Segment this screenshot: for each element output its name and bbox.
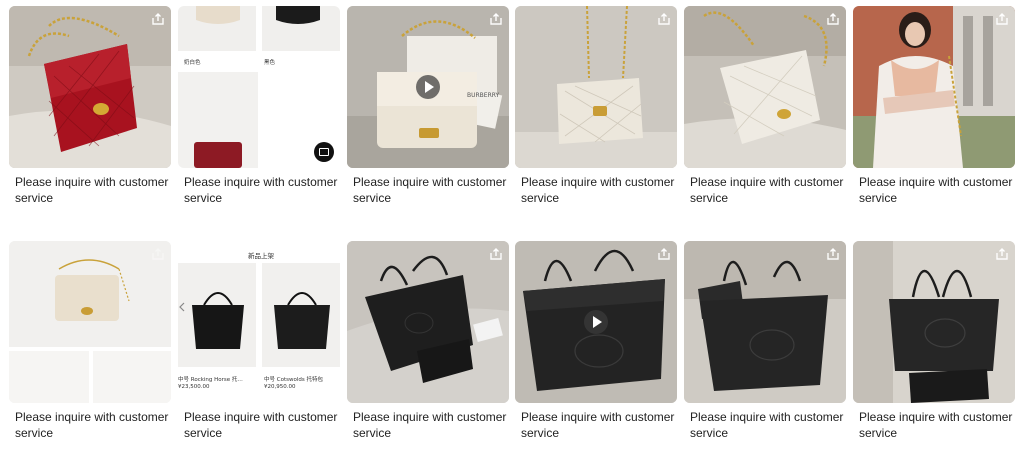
product-image[interactable]: [684, 241, 846, 403]
share-icon[interactable]: [657, 247, 671, 261]
product-image[interactable]: BURBERRY: [347, 6, 509, 168]
black-tote-flatlay-photo: [347, 241, 509, 403]
product-card[interactable]: Please inquire with customer service: [684, 241, 846, 451]
product-image[interactable]: [347, 241, 509, 403]
cream-bag-collage-photo: [9, 241, 171, 403]
product-card[interactable]: Please inquire with customer service: [684, 6, 846, 216]
product-caption: Please inquire with customer service: [859, 175, 1013, 205]
white-quilted-bag-photo: [684, 6, 846, 168]
share-icon[interactable]: [657, 12, 671, 26]
product-caption: Please inquire with customer service: [184, 410, 338, 440]
swatch-collage-photo: [178, 6, 340, 168]
share-icon[interactable]: [151, 247, 165, 261]
product-image[interactable]: [9, 6, 171, 168]
product-image[interactable]: [684, 6, 846, 168]
product-card[interactable]: BURBERRY Please inquire with customer se…: [347, 6, 509, 216]
share-icon[interactable]: [995, 247, 1009, 261]
product-image[interactable]: 奶白色 黑色: [178, 6, 340, 168]
listing-name: 中号 Cotswolds 托特包: [264, 377, 323, 383]
black-tote-sofa-photo: [684, 241, 846, 403]
red-quilted-bag-photo: [9, 6, 171, 168]
section-header: 新品上架: [248, 252, 274, 260]
share-icon[interactable]: [489, 247, 503, 261]
share-icon[interactable]: [826, 12, 840, 26]
product-caption: Please inquire with customer service: [859, 410, 1013, 440]
share-icon[interactable]: [489, 12, 503, 26]
product-card[interactable]: Please inquire with customer service: [853, 241, 1015, 451]
product-caption: Please inquire with customer service: [15, 175, 169, 205]
product-card[interactable]: Please inquire with customer service: [9, 6, 171, 216]
share-icon[interactable]: [826, 247, 840, 261]
product-image[interactable]: [515, 241, 677, 403]
share-icon[interactable]: [320, 247, 334, 261]
box-brand-text: BURBERRY: [467, 92, 500, 99]
swatch-label: 奶白色: [184, 60, 201, 66]
product-caption: Please inquire with customer service: [690, 175, 844, 205]
product-card[interactable]: Please inquire with customer service: [515, 241, 677, 451]
share-icon[interactable]: [995, 12, 1009, 26]
model-with-bag-photo: [853, 6, 1015, 168]
listing-name: 中号 Rocking Horse 托…: [178, 377, 243, 383]
product-image[interactable]: [853, 241, 1015, 403]
product-card[interactable]: Please inquire with customer service: [9, 241, 171, 451]
product-caption: Please inquire with customer service: [353, 175, 507, 205]
product-image[interactable]: [515, 6, 677, 168]
product-card[interactable]: Please inquire with customer service: [853, 6, 1015, 216]
share-icon[interactable]: [151, 12, 165, 26]
product-caption: Please inquire with customer service: [184, 175, 338, 205]
cream-quilted-bag-photo: [515, 6, 677, 168]
product-image[interactable]: [9, 241, 171, 403]
product-caption: Please inquire with customer service: [15, 410, 169, 440]
listing-price: ¥20,950.00: [264, 384, 296, 390]
black-tote-pouch-photo: [853, 241, 1015, 403]
play-icon[interactable]: [416, 75, 440, 99]
product-card[interactable]: 新品上架 中号 Rocking Horse 托… ¥23,500.00 中号 C…: [178, 241, 340, 451]
product-image[interactable]: 新品上架 中号 Rocking Horse 托… ¥23,500.00 中号 C…: [178, 241, 340, 403]
product-caption: Please inquire with customer service: [353, 410, 507, 440]
swatch-label: 黑色: [264, 60, 276, 66]
product-caption: Please inquire with customer service: [521, 175, 675, 205]
product-card[interactable]: 奶白色 黑色 Please inquire with customer serv…: [178, 6, 340, 216]
product-caption: Please inquire with customer service: [690, 410, 844, 440]
image-icon[interactable]: [314, 142, 334, 162]
product-caption: Please inquire with customer service: [521, 410, 675, 440]
product-image[interactable]: [853, 6, 1015, 168]
play-icon[interactable]: [584, 310, 608, 334]
listing-price: ¥23,500.00: [178, 384, 210, 390]
product-card[interactable]: Please inquire with customer service: [515, 6, 677, 216]
product-card[interactable]: Please inquire with customer service: [347, 241, 509, 451]
